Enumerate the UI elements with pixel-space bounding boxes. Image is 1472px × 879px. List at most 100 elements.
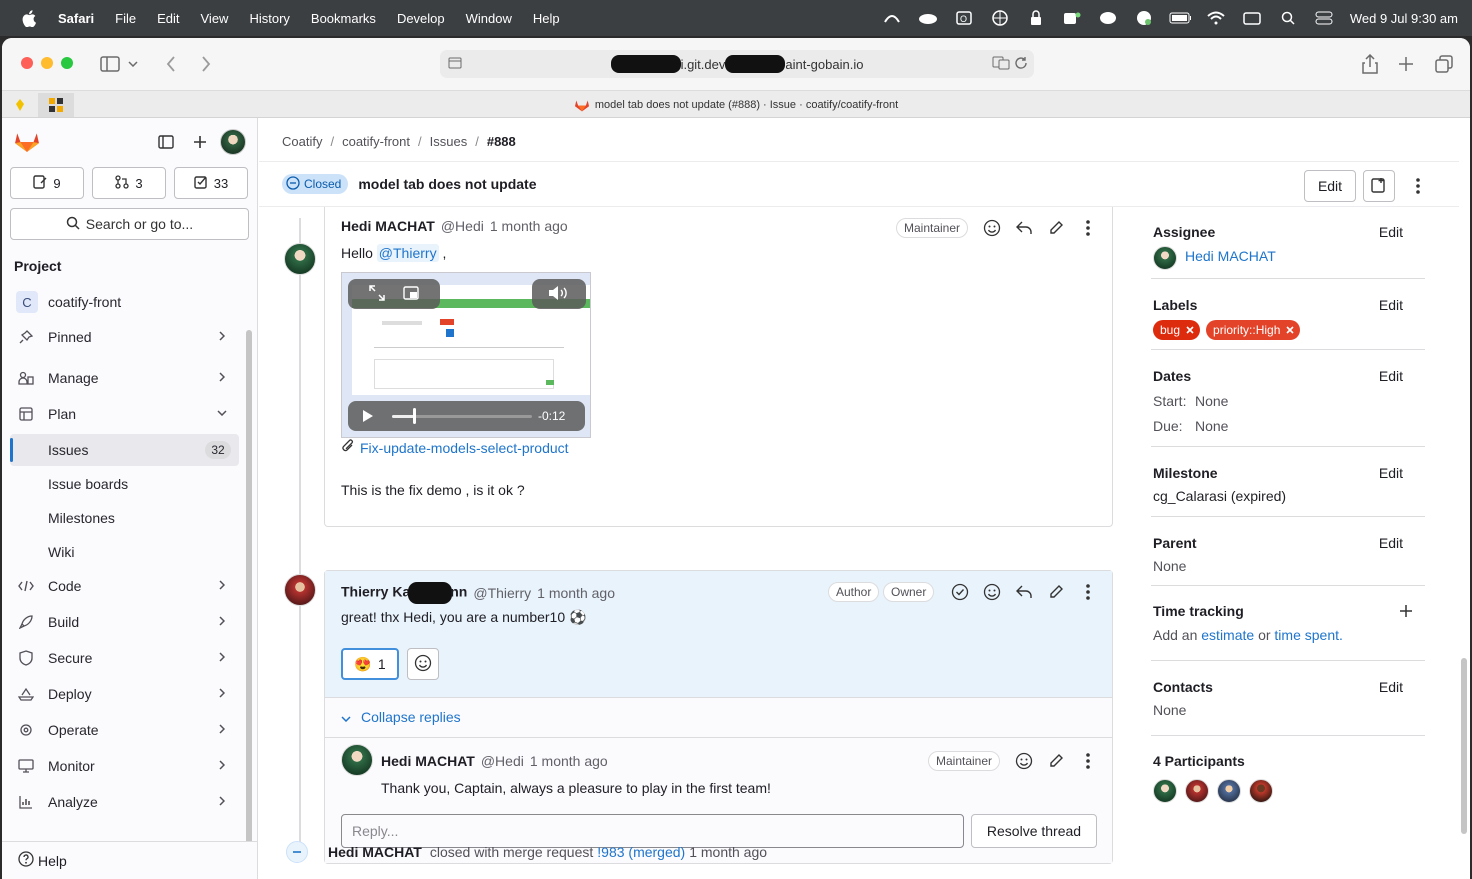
merge-request-link[interactable]: !983 (merged) <box>597 844 685 860</box>
system-note-author[interactable]: Hedi MACHAT <box>328 844 422 860</box>
note-author[interactable]: Hedi MACHAT <box>381 753 475 769</box>
note-author[interactable]: Hedi MACHAT <box>341 218 435 234</box>
active-tab[interactable]: model tab does not update (#888) · Issue… <box>2 91 1470 119</box>
attachment-link[interactable]: Fix-update-models-select-product <box>360 440 569 456</box>
reply-icon[interactable] <box>1014 582 1034 602</box>
participant-avatar[interactable] <box>1185 779 1209 803</box>
zoom-window-button[interactable] <box>61 57 73 69</box>
assigned-issues-counter[interactable]: 9 <box>10 167 84 199</box>
note-handle[interactable]: @Hedi <box>481 753 524 769</box>
sidebar-item-issue-boards[interactable]: Issue boards <box>10 468 239 500</box>
tab-overview-icon[interactable] <box>1432 52 1456 76</box>
menu-history[interactable]: History <box>249 11 289 26</box>
edit-pencil-icon[interactable] <box>1046 218 1066 238</box>
avatar[interactable] <box>284 574 316 606</box>
outlook-icon[interactable]: O <box>953 10 975 26</box>
user-mention-link[interactable]: @Thierry <box>376 244 439 262</box>
back-icon[interactable] <box>159 52 183 76</box>
page-settings-icon[interactable] <box>448 56 462 73</box>
sidebar-item-pinned[interactable]: Pinned <box>10 321 239 353</box>
wifi-icon[interactable] <box>1205 10 1227 26</box>
add-reaction-icon[interactable] <box>1014 751 1034 771</box>
share-icon[interactable] <box>1358 52 1382 76</box>
control-center-icon[interactable] <box>1313 10 1335 26</box>
breadcrumb-current-issue[interactable]: #888 <box>487 134 516 149</box>
merge-requests-counter[interactable]: 3 <box>92 167 166 199</box>
contacts-edit-button[interactable]: Edit <box>1379 679 1403 695</box>
cloud-icon[interactable] <box>917 10 939 26</box>
video-player[interactable]: -0:12 <box>341 272 591 438</box>
sidebar-item-wiki[interactable]: Wiki <box>10 536 239 568</box>
more-actions-icon[interactable] <box>1078 751 1098 771</box>
system-note-time[interactable]: 1 month ago <box>689 844 767 860</box>
note-handle[interactable]: @Thierry <box>473 585 531 601</box>
menu-clock[interactable]: Wed 9 Jul 9:30 am <box>1350 11 1458 26</box>
sidebar-item-milestones[interactable]: Milestones <box>10 502 239 534</box>
note-time[interactable]: 1 month ago <box>537 585 615 601</box>
new-tab-icon[interactable] <box>1394 52 1418 76</box>
status-app-icon[interactable] <box>881 10 903 26</box>
close-window-button[interactable] <box>21 57 33 69</box>
label-priority-high[interactable]: priority::High <box>1206 320 1301 340</box>
avatar[interactable] <box>1153 246 1177 270</box>
minimize-window-button[interactable] <box>41 57 53 69</box>
sidebar-item-code[interactable]: Code <box>10 570 239 602</box>
picture-in-picture-icon[interactable] <box>403 285 419 303</box>
breadcrumb-issues[interactable]: Issues <box>430 134 468 149</box>
create-new-icon[interactable] <box>188 130 212 154</box>
play-icon[interactable] <box>362 409 374 426</box>
resolve-thread-button[interactable]: Resolve thread <box>971 814 1097 848</box>
search-button[interactable]: Search or go to... <box>10 208 249 240</box>
menu-help[interactable]: Help <box>533 11 560 26</box>
add-reaction-button[interactable] <box>407 648 439 680</box>
spotlight-icon[interactable] <box>1277 10 1299 26</box>
page-scrollbar[interactable] <box>1461 658 1467 834</box>
elephant-icon[interactable] <box>1097 10 1119 26</box>
chevron-down-icon[interactable] <box>126 52 140 76</box>
breadcrumb-coatify[interactable]: Coatify <box>282 134 322 149</box>
menu-edit[interactable]: Edit <box>157 11 179 26</box>
menu-view[interactable]: View <box>201 11 229 26</box>
avatar[interactable] <box>284 243 316 275</box>
note-time[interactable]: 1 month ago <box>530 753 608 769</box>
fullscreen-icon[interactable] <box>369 284 385 304</box>
parent-edit-button[interactable]: Edit <box>1379 535 1403 551</box>
menu-window[interactable]: Window <box>466 11 512 26</box>
address-bar[interactable]: i.git.dev aint-gobain.io <box>440 50 1034 78</box>
add-reaction-icon[interactable] <box>982 582 1002 602</box>
add-time-icon[interactable] <box>1399 604 1413 621</box>
globe-icon[interactable] <box>989 10 1011 26</box>
battery-icon[interactable] <box>1169 10 1191 26</box>
sidebar-item-monitor[interactable]: Monitor <box>10 750 239 782</box>
menu-app-name[interactable]: Safari <box>58 11 94 26</box>
sidebar-item-issues[interactable]: Issues 32 <box>10 434 239 466</box>
help-button[interactable]: Help <box>2 841 257 879</box>
todos-counter[interactable]: 33 <box>174 167 248 199</box>
sidebar-item-operate[interactable]: Operate <box>10 714 239 746</box>
menu-bookmarks[interactable]: Bookmarks <box>311 11 376 26</box>
participant-avatar[interactable] <box>1249 779 1273 803</box>
more-actions-icon[interactable] <box>1078 218 1098 238</box>
collapse-sidebar-icon[interactable] <box>154 130 178 154</box>
translate-icon[interactable] <box>992 56 1010 73</box>
milestone-edit-button[interactable]: Edit <box>1379 465 1403 481</box>
award-emoji-button[interactable]: 😍 1 <box>341 648 399 680</box>
gitlab-logo-icon[interactable] <box>14 128 40 154</box>
user-status-icon[interactable] <box>1133 10 1155 26</box>
edit-pencil-icon[interactable] <box>1046 751 1066 771</box>
menu-file[interactable]: File <box>115 11 136 26</box>
reload-icon[interactable] <box>1014 56 1028 73</box>
avatar[interactable] <box>341 744 373 776</box>
dates-edit-button[interactable]: Edit <box>1379 368 1403 384</box>
remove-label-icon[interactable] <box>1286 323 1294 337</box>
edit-pencil-icon[interactable] <box>1046 582 1066 602</box>
menu-develop[interactable]: Develop <box>397 11 445 26</box>
sidebar-item-build[interactable]: Build <box>10 606 239 638</box>
sidebar-item-manage[interactable]: Manage <box>10 362 239 394</box>
video-progress-thumb[interactable] <box>413 408 416 424</box>
participant-avatar[interactable] <box>1153 779 1177 803</box>
note-author[interactable]: Thierry Ka nn <box>341 582 467 604</box>
volume-button[interactable] <box>532 279 586 309</box>
sidebar-item-plan[interactable]: Plan <box>10 398 239 430</box>
assignee-link[interactable]: Hedi MACHAT <box>1185 248 1276 264</box>
